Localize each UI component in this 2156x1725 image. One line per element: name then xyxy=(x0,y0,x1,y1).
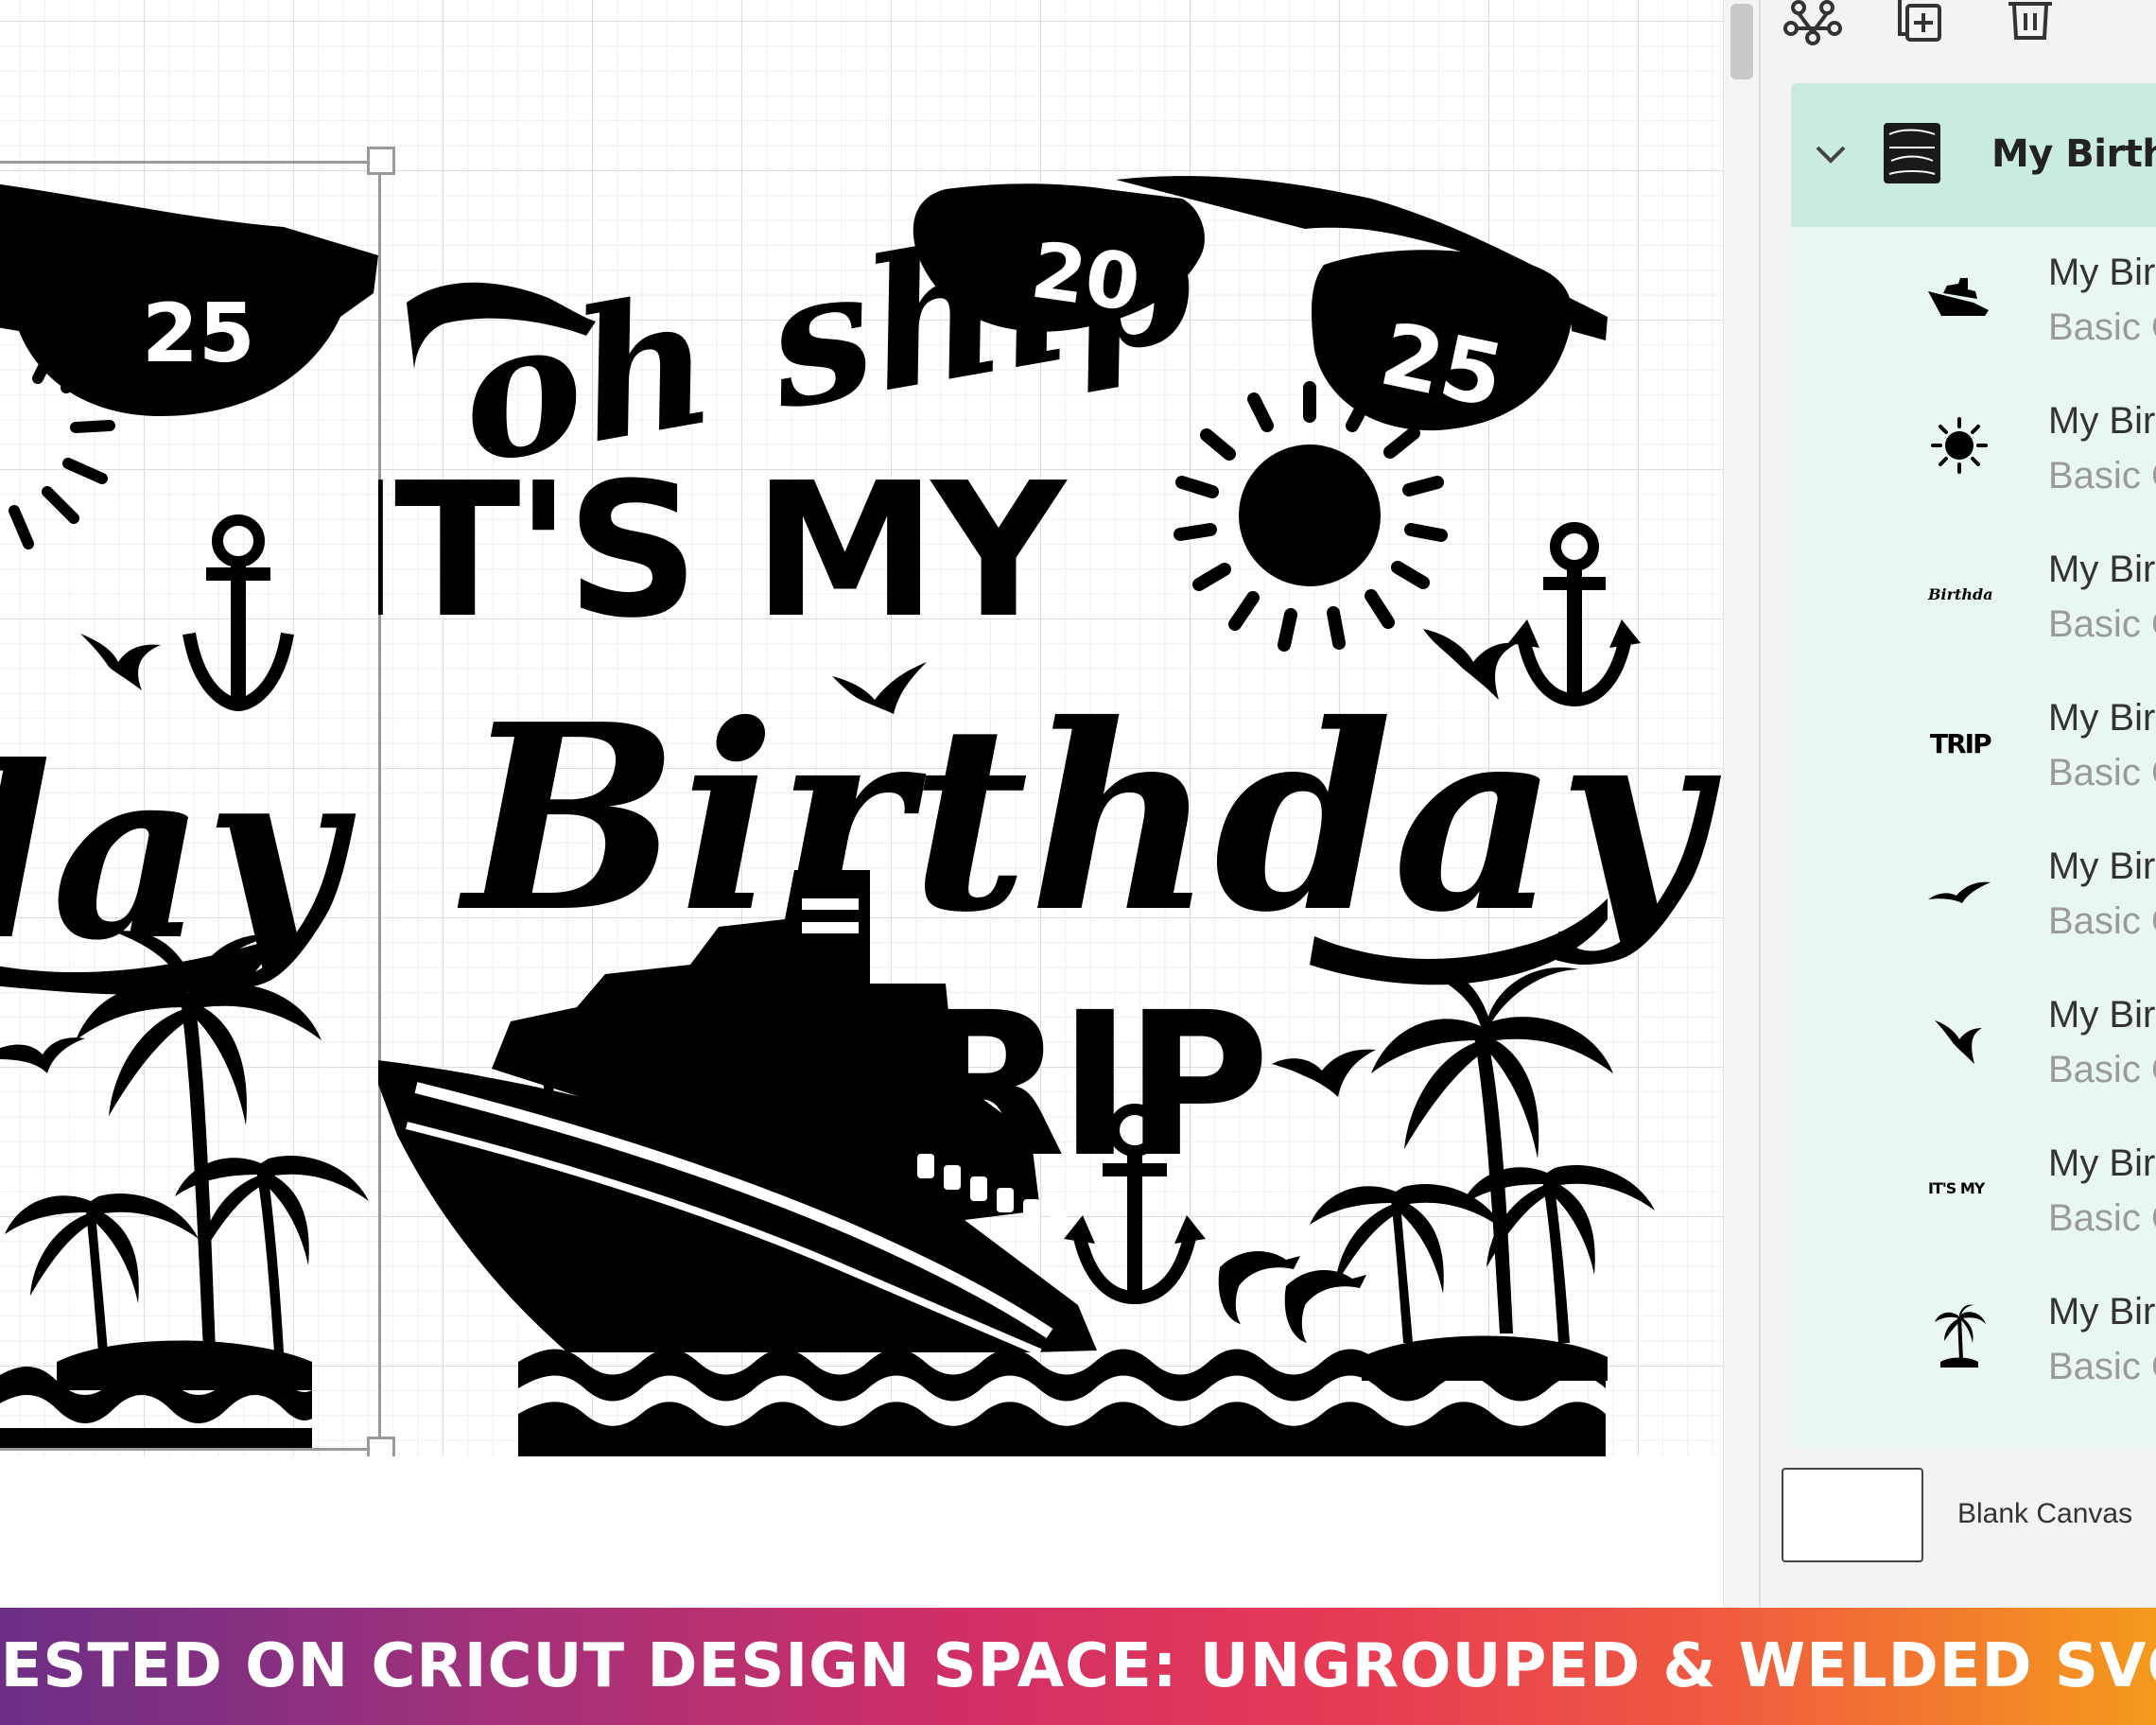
layers-toolbar xyxy=(1780,0,2156,66)
layer-type: Basic C xyxy=(2048,1346,2156,1387)
layer-item-seagull[interactable]: My Bir Basic C xyxy=(1791,969,2156,1118)
blank-canvas-row[interactable]: Blank Canvas xyxy=(1782,1447,2156,1589)
layer-type: Basic C xyxy=(2048,603,2156,645)
bird-icon xyxy=(1923,855,1995,927)
layer-type: Basic C xyxy=(2048,1197,2156,1239)
layer-name: My Bir xyxy=(2048,1291,2156,1333)
canvas-margin xyxy=(0,1456,1730,1608)
svg-text:Birthday: Birthday xyxy=(1927,585,1992,603)
banner-text: TESTED ON CRICUT DESIGN SPACE: UNGROUPED… xyxy=(0,1631,2156,1701)
group-name: My Birthday xyxy=(1991,132,2156,176)
promo-banner: TESTED ON CRICUT DESIGN SPACE: UNGROUPED… xyxy=(0,1608,2156,1725)
layer-name: My Bir xyxy=(2048,400,2156,442)
layer-item-sun[interactable]: My Bir Basic C xyxy=(1791,375,2156,524)
layer-item-itsmy-text[interactable]: IT'S MY My Bir Basic C xyxy=(1791,1118,2156,1266)
layer-name: My Bir xyxy=(2048,549,2156,590)
layer-item-bird[interactable]: My Bir Basic C xyxy=(1791,821,2156,969)
seagull-icon xyxy=(1923,1003,1995,1075)
bird-icon xyxy=(1272,1049,1376,1097)
ship-icon xyxy=(1923,261,1995,333)
layer-item-ship[interactable]: My Bir Basic C xyxy=(1791,227,2156,375)
layer-name: My Bir xyxy=(2048,845,2156,887)
its-my-text: IT'S MY xyxy=(378,444,1068,659)
waves-icon xyxy=(518,1349,1606,1461)
trip-text-icon: TRIP xyxy=(1923,706,1995,778)
layers-panel: My Birthday My Bir Basic C xyxy=(1759,0,2156,1608)
sun-icon xyxy=(1923,409,1995,481)
layer-type: Basic C xyxy=(2048,1049,2156,1090)
itsmy-text-icon: IT'S MY xyxy=(1923,1152,1995,1224)
ungroup-icon[interactable] xyxy=(1780,0,1846,53)
layer-item-birthday-text[interactable]: Birthday My Bir Basic C xyxy=(1791,524,2156,672)
layer-name: My Bir xyxy=(2048,252,2156,293)
design-canvas[interactable]: 25 day xyxy=(0,0,1759,1608)
birthday-text: Birthday xyxy=(456,668,1722,968)
canvas-scrollbar[interactable] xyxy=(1723,0,1759,1608)
year-left-label: 20 xyxy=(1026,226,1145,330)
canvas-scrollbar-thumb[interactable] xyxy=(1730,4,1753,79)
design-artwork: oh ship 20 25 IT'S MY Birthday TRIP xyxy=(331,168,1722,1461)
svg-text:TRIP: TRIP xyxy=(1930,728,1991,758)
palm-tree-icon xyxy=(1923,1300,1995,1372)
palm-tree-icon xyxy=(1310,964,1655,1381)
layer-name: My Bir xyxy=(2048,1142,2156,1184)
layer-type: Basic C xyxy=(2048,900,2156,942)
birthday-text-icon: Birthday xyxy=(1923,558,1995,630)
layer-name: My Bir xyxy=(2048,994,2156,1036)
duplicate-icon[interactable] xyxy=(1888,0,1955,53)
layer-name: My Bir xyxy=(2048,697,2156,739)
layer-list: My Bir Basic C My Bir Basic C xyxy=(1791,227,2156,1447)
layer-group-my-birthday[interactable]: My Birthday xyxy=(1791,83,2156,227)
blank-canvas-swatch[interactable] xyxy=(1782,1468,1923,1562)
layer-type: Basic C xyxy=(2048,752,2156,793)
layer-type: Basic C xyxy=(2048,455,2156,497)
design-main[interactable]: oh ship 20 25 IT'S MY Birthday TRIP xyxy=(331,151,1740,1475)
layer-item-trip-text[interactable]: TRIP My Bir Basic C xyxy=(1791,672,2156,821)
blank-canvas-label: Blank Canvas xyxy=(1957,1498,2133,1529)
group-thumbnail xyxy=(1882,119,1942,187)
delete-icon[interactable] xyxy=(1997,0,2063,53)
layer-type: Basic C xyxy=(2048,306,2156,348)
layer-item-palm[interactable]: My Bir Basic C xyxy=(1791,1266,2156,1415)
selection-bounding-box[interactable] xyxy=(0,161,381,1451)
svg-text:IT'S MY: IT'S MY xyxy=(1928,1179,1986,1197)
chevron-down-icon[interactable] xyxy=(1812,136,1850,174)
